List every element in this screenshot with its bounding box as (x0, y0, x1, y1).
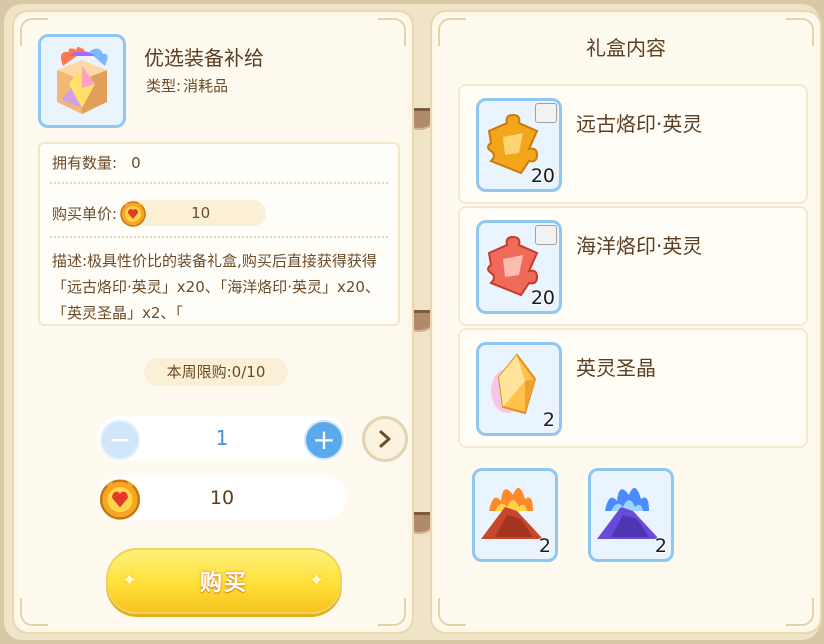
reward-slot[interactable]: 2 (472, 468, 558, 562)
reward-name: 海洋烙印·英灵 (576, 234, 703, 258)
price-row: 购买单价: 10 (52, 200, 267, 227)
item-detail-page: 优选装备补给 类型: 消耗品 拥有数量: 0 购买单价: 10 描述:极具性价比… (12, 10, 414, 634)
price-value: 10 (191, 204, 211, 222)
owned-label: 拥有数量: (52, 154, 118, 172)
reward-slot: 2 (476, 342, 562, 436)
reward-count: 20 (530, 287, 555, 309)
weekly-limit-badge: 本周限购:0/10 (144, 358, 288, 386)
gift-contents-title: 礼盒内容 (586, 36, 666, 60)
buy-button-label: 购买 (199, 571, 248, 596)
reward-card[interactable]: 20 远古烙印·英灵 (458, 84, 808, 204)
chevron-right-icon (379, 430, 391, 448)
item-title: 优选装备补给 (144, 46, 264, 70)
item-info-box: 拥有数量: 0 购买单价: 10 描述:极具性价比的装备礼盒,购买后直接获得获得「… (38, 142, 400, 326)
sparkle-icon: ✦ (122, 570, 140, 591)
item-type-label: 类型: (146, 77, 182, 95)
reward-slot: 20 (476, 98, 562, 192)
reward-slot: 20 (476, 220, 562, 314)
quantity-stepper: − 1 + (98, 416, 346, 460)
reward-count: 2 (542, 409, 555, 431)
shop-icon (535, 103, 557, 123)
price-pill: 10 (120, 200, 267, 227)
item-icon-frame (38, 34, 126, 128)
coin-icon (120, 201, 146, 227)
frost-sand-icon (597, 487, 659, 539)
sparkle-icon: ✦ (308, 570, 326, 591)
total-cost: 10 (98, 476, 346, 520)
item-description: 描述:极具性价比的装备礼盒,购买后直接获得获得「远古烙印·英灵」x20、「海洋烙… (52, 252, 380, 322)
total-cost-value: 10 (209, 487, 235, 509)
item-type: 类型: 消耗品 (146, 75, 228, 96)
reward-slot[interactable]: 2 (588, 468, 674, 562)
reward-count: 2 (654, 535, 667, 557)
owned-value: 0 (131, 154, 141, 172)
plus-icon: + (312, 423, 336, 456)
price-label: 购买单价: (52, 204, 118, 223)
reward-count: 20 (530, 165, 555, 187)
reward-card[interactable]: 20 海洋烙印·英灵 (458, 206, 808, 326)
reward-name: 英灵圣晶 (576, 356, 656, 380)
reward-card[interactable]: 2 英灵圣晶 (458, 328, 808, 448)
crystal-icon (491, 353, 537, 415)
owned-row: 拥有数量: 0 (52, 152, 141, 173)
reward-count: 2 (538, 535, 551, 557)
divider (50, 182, 388, 184)
buy-button[interactable]: ✦ 购买 ✦ (106, 548, 342, 614)
increase-quantity-button[interactable]: + (304, 420, 344, 460)
item-type-value: 消耗品 (183, 77, 229, 95)
max-quantity-button[interactable] (362, 416, 408, 462)
fire-sand-icon (481, 487, 543, 539)
book-panel: 优选装备补给 类型: 消耗品 拥有数量: 0 购买单价: 10 描述:极具性价比… (4, 4, 822, 640)
gift-contents-page: 礼盒内容 20 远古烙印·英灵 20 海洋烙印·英灵 2 英灵圣晶 2 2 (430, 10, 822, 634)
gift-box-icon (57, 47, 108, 114)
reward-name: 远古烙印·英灵 (576, 112, 703, 136)
divider (50, 236, 388, 238)
shop-icon (535, 225, 557, 245)
